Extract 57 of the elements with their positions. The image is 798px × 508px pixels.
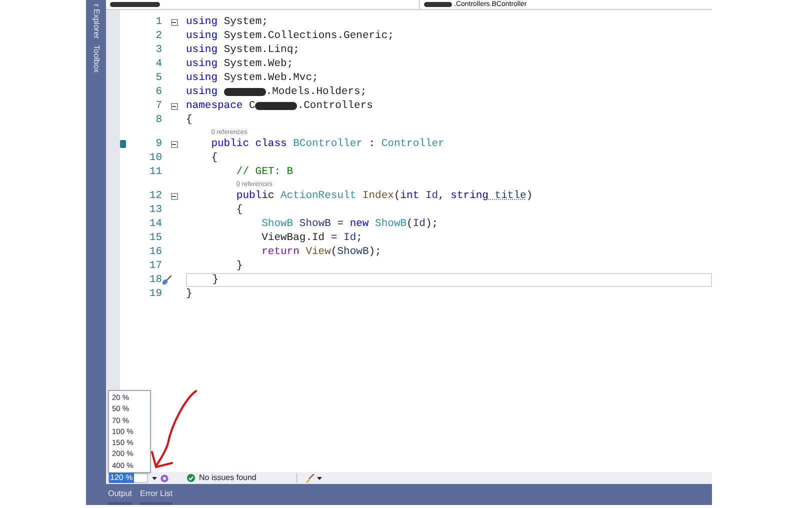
line-number: 12 (148, 189, 162, 203)
line-number: 5 (154, 71, 162, 85)
line-number: 16 (148, 245, 162, 259)
redaction-mark (224, 88, 266, 96)
redaction-mark (255, 102, 298, 110)
fold-toggle[interactable] (170, 18, 178, 26)
code-line: namespace C .Controllers (186, 99, 374, 113)
code-line: { (210, 151, 218, 165)
caret-icon[interactable] (317, 476, 322, 480)
line-number: 1 (154, 15, 162, 29)
code-line: } (186, 287, 194, 301)
line-number: 11 (148, 165, 162, 179)
code-line: ViewBag.Id = Id; (260, 231, 364, 245)
issues-status: No issues found (199, 473, 256, 483)
code-line: } (235, 259, 244, 273)
line-number: 10 (148, 151, 162, 165)
code-line: using System.Web.Mvc; (186, 71, 320, 85)
fold-toggle[interactable] (170, 102, 178, 110)
panel-tab[interactable]: Output (108, 488, 132, 505)
code-line: public class BController : Controller (210, 137, 446, 151)
screwdriver-icon[interactable] (162, 275, 172, 285)
redaction-mark (424, 2, 452, 7)
line-number: 18 (148, 273, 162, 287)
side-tab[interactable]: r Explorer (90, 4, 102, 39)
redaction-mark (110, 2, 160, 7)
line-number: 8 (154, 113, 162, 127)
line-number: 2 (154, 29, 162, 43)
line-number: 19 (148, 287, 162, 301)
line-number: 17 (148, 259, 162, 273)
line-number: 3 (154, 43, 162, 57)
panel-tab[interactable]: Error List (140, 488, 172, 505)
code-line: // GET: B (235, 165, 294, 179)
line-number: 4 (154, 57, 162, 71)
code-line: using .Models.Holders; (186, 85, 368, 99)
code-line: ShowB ShowB = new ShowB(Id); (260, 217, 440, 231)
line-number: 14 (148, 217, 162, 231)
code-line: { (235, 203, 244, 217)
code-line: using System.Linq; (186, 43, 300, 57)
fold-toggle[interactable] (170, 192, 178, 200)
zoom-field[interactable]: 120 % (108, 473, 148, 483)
check-circle-icon (187, 474, 195, 482)
line-number: 15 (148, 231, 162, 245)
line-number: 7 (154, 99, 162, 113)
code-line: using System.Collections.Generic; (186, 29, 395, 43)
brush-icon[interactable] (305, 474, 316, 482)
code-line: using System.Web; (186, 57, 294, 71)
extension-icon[interactable] (160, 474, 169, 482)
fold-toggle[interactable] (170, 140, 178, 148)
side-tab[interactable]: Toolbox (90, 44, 102, 72)
line-number: 13 (148, 203, 162, 217)
code-line: using System; (186, 15, 269, 29)
code-line: return View(ShowB); (260, 245, 382, 259)
code-line: { (186, 113, 194, 127)
line-number: 6 (154, 85, 162, 99)
caret-icon[interactable] (152, 476, 157, 480)
line-number: 9 (154, 137, 162, 151)
code-line: public ActionResult Index(int Id, string title) (235, 189, 534, 203)
